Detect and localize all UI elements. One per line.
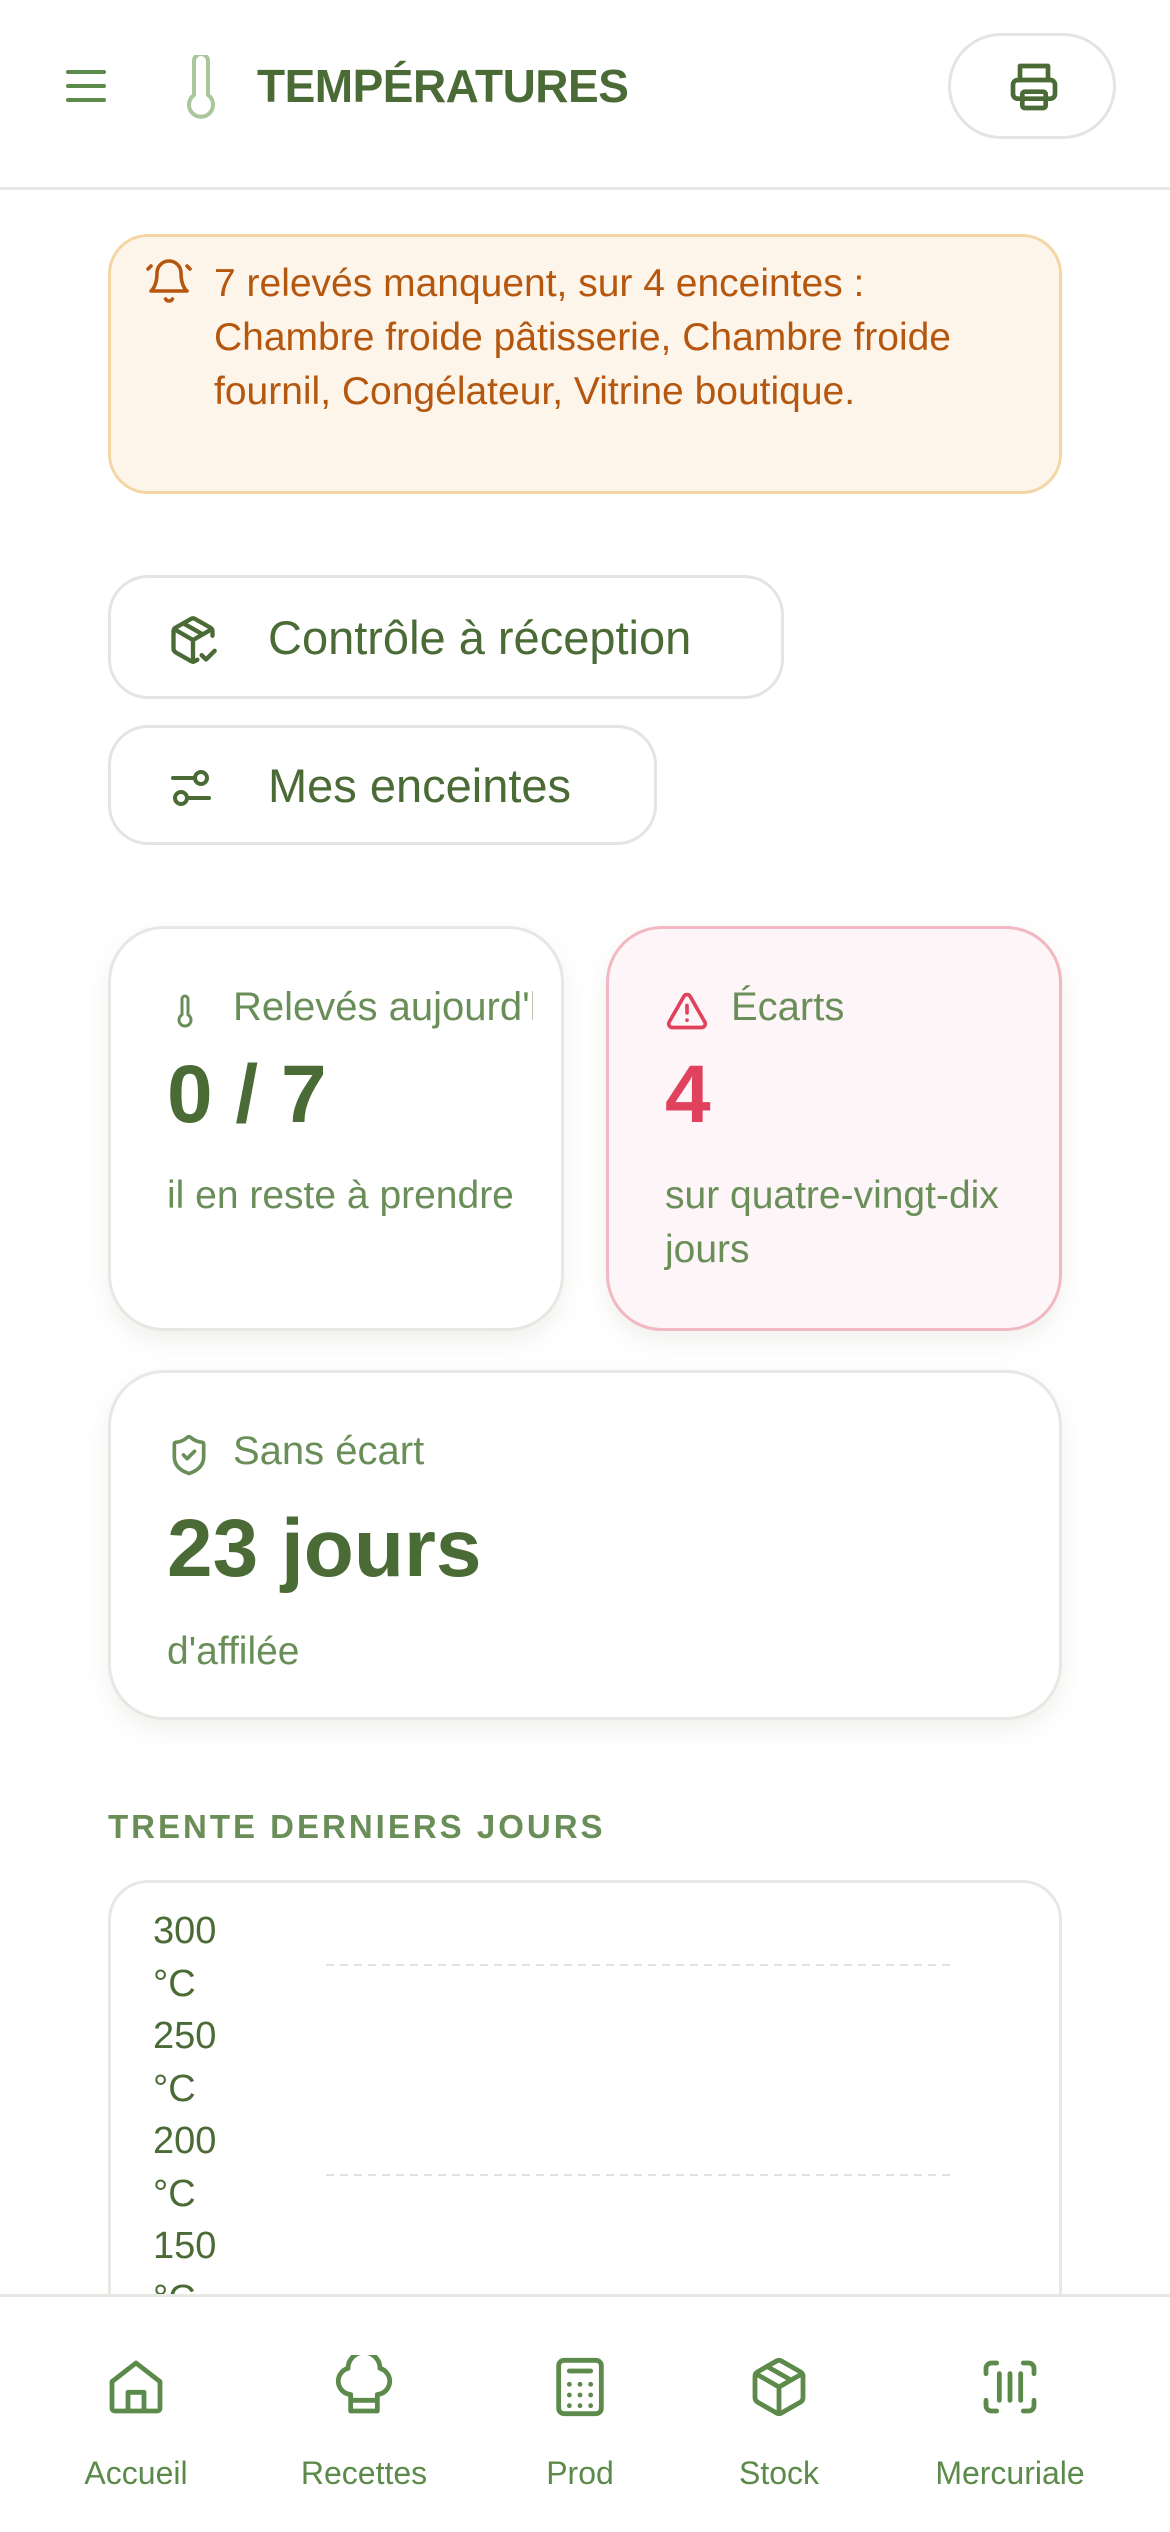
deviations-card: Écarts 4 sur quatre-vingt-dix jours xyxy=(606,926,1062,1331)
nav-label: Accueil xyxy=(84,2455,188,2491)
menu-icon-bar xyxy=(66,70,106,74)
nav-label: Prod xyxy=(546,2455,614,2491)
nav-item-mercuriale[interactable]: Mercuriale xyxy=(920,2297,1100,2532)
home-icon xyxy=(109,2360,163,2414)
shield-check-icon xyxy=(172,1434,206,1476)
menu-button[interactable] xyxy=(56,58,116,114)
thermometer-icon xyxy=(183,52,219,121)
box-icon xyxy=(752,2358,806,2417)
reception-control-button[interactable]: Contrôle à réception xyxy=(108,575,784,699)
thermometer-icon xyxy=(177,994,193,1028)
no-deviation-sub: d'affilée xyxy=(167,1630,300,1673)
deviations-label: Écarts xyxy=(731,985,845,1029)
nav-item-recettes[interactable]: Recettes xyxy=(284,2297,444,2532)
menu-icon-bar xyxy=(66,98,106,102)
missing-readings-alert: 7 relevés manquent, sur 4 enceintes : Ch… xyxy=(108,234,1062,494)
barcode-scan-icon xyxy=(983,2360,1037,2414)
printer-icon xyxy=(1010,63,1058,111)
chef-hat-icon xyxy=(335,2355,393,2414)
no-deviation-value: 23 jours xyxy=(167,1503,482,1594)
calculator-icon xyxy=(556,2357,604,2417)
readings-today-sub: il en reste à prendre xyxy=(167,1174,514,1217)
print-button[interactable] xyxy=(948,33,1116,139)
no-deviation-streak-card: Sans écart 23 jours d'affilée xyxy=(108,1370,1062,1720)
nav-item-prod[interactable]: Prod xyxy=(500,2297,660,2532)
y-tick-label: 250 xyxy=(153,2015,216,2057)
y-tick-label: °C xyxy=(153,2173,196,2215)
bell-icon xyxy=(146,259,192,303)
y-tick-label: °C xyxy=(153,2068,196,2110)
nav-item-stock[interactable]: Stock xyxy=(699,2297,859,2532)
nav-label: Mercuriale xyxy=(935,2455,1085,2491)
bottom-nav: Accueil Recettes Prod Stock Mercuriale xyxy=(0,2294,1170,2532)
nav-label: Recettes xyxy=(300,2455,428,2491)
y-tick-label: °C xyxy=(153,1963,196,2005)
nav-item-accueil[interactable]: Accueil xyxy=(56,2297,216,2532)
menu-icon-bar xyxy=(66,84,106,88)
section-title: TRENTE DERNIERS JOURS xyxy=(108,1808,606,1845)
readings-today-value: 0 / 7 xyxy=(167,1049,327,1140)
nav-label: Stock xyxy=(738,2455,820,2491)
sliders-icon xyxy=(171,770,211,806)
app-header: TEMPÉRATURES xyxy=(0,0,1170,190)
reception-control-label: Contrôle à réception xyxy=(268,611,692,664)
readings-today-card: Relevés aujourd'hui 0 / 7 il en reste à … xyxy=(108,926,564,1331)
my-enclosures-label: Mes enceintes xyxy=(268,759,572,812)
deviations-sub: sur quatre-vingt-dix jours xyxy=(665,1174,999,1271)
y-tick-label: 300 xyxy=(153,1910,216,1952)
deviations-value: 4 xyxy=(665,1049,711,1140)
y-tick-label: 200 xyxy=(153,2120,216,2162)
my-enclosures-button[interactable]: Mes enceintes xyxy=(108,725,657,845)
alert-text: 7 relevés manquent, sur 4 enceintes : Ch… xyxy=(214,262,952,413)
y-tick-label: 150 xyxy=(153,2225,216,2267)
readings-today-label: Relevés aujourd'hui xyxy=(233,985,533,1029)
no-deviation-label: Sans écart xyxy=(233,1429,425,1473)
page-title: TEMPÉRATURES xyxy=(257,60,629,112)
package-check-icon xyxy=(171,616,217,664)
alert-triangle-icon xyxy=(666,992,708,1030)
